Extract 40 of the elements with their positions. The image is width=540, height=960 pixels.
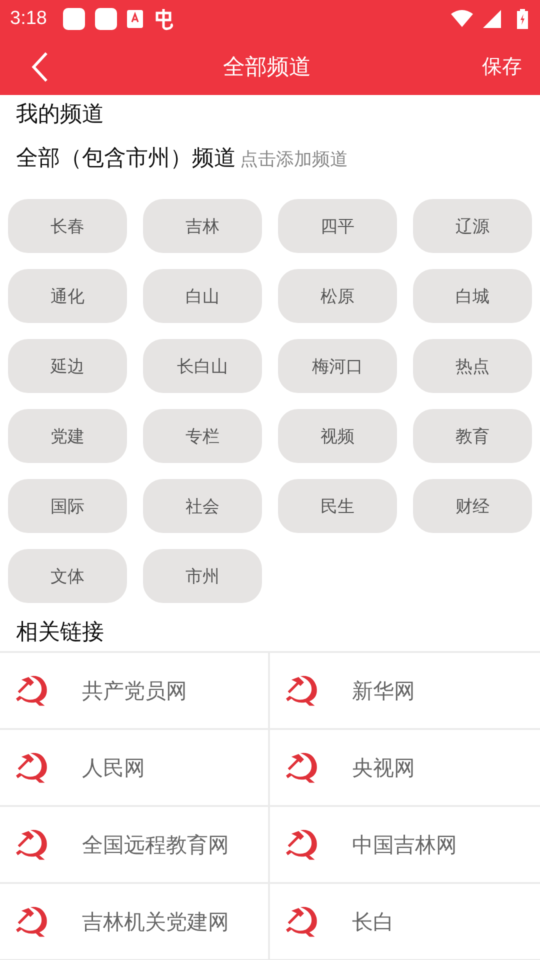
channel-chip[interactable]: 国际 bbox=[8, 479, 127, 533]
channel-chip[interactable]: 市州 bbox=[143, 549, 262, 603]
section-heading: 相关链接 bbox=[15, 619, 105, 647]
channel-chip[interactable]: 教育 bbox=[413, 409, 532, 463]
channel-chip[interactable]: 文体 bbox=[8, 549, 127, 603]
section-heading: 全部（包含市州）频道 bbox=[16, 145, 236, 173]
channel-chip[interactable]: 延边 bbox=[8, 339, 127, 393]
status-time: 3:18 bbox=[10, 8, 47, 30]
wifi-icon bbox=[451, 10, 473, 28]
link-item[interactable]: 人民网 bbox=[0, 730, 270, 807]
link-item[interactable]: 全国远程教育网 bbox=[0, 807, 270, 884]
link-item[interactable]: 共产党员网 bbox=[0, 653, 270, 730]
back-icon bbox=[30, 50, 50, 82]
channel-chip[interactable]: 热点 bbox=[413, 339, 532, 393]
channel-chip[interactable]: 党建 bbox=[8, 409, 127, 463]
notification-icon bbox=[62, 8, 85, 30]
section-heading: 我的频道 bbox=[15, 101, 105, 129]
channel-chip[interactable]: 辽源 bbox=[413, 199, 532, 253]
channel-chip[interactable]: 长春 bbox=[8, 199, 127, 253]
channel-chip[interactable]: 松原 bbox=[278, 269, 397, 323]
channel-chip[interactable]: 民生 bbox=[278, 479, 397, 533]
channel-chip[interactable]: 社会 bbox=[143, 479, 262, 533]
channel-chip[interactable]: 财经 bbox=[413, 479, 532, 533]
channel-chip[interactable]: 四平 bbox=[278, 199, 397, 253]
channel-chip[interactable]: 梅河口 bbox=[278, 339, 397, 393]
channel-chip[interactable]: 白城 bbox=[413, 269, 532, 323]
save-button[interactable]: 保存 bbox=[482, 53, 522, 80]
channel-chip[interactable]: 视频 bbox=[278, 409, 397, 463]
channel-chip[interactable]: 长白山 bbox=[143, 339, 262, 393]
notification-icon bbox=[126, 10, 143, 28]
signal-icon bbox=[483, 10, 501, 28]
link-item[interactable]: 吉林机关党建网 bbox=[0, 884, 270, 960]
hint-text: 点击添加频道 bbox=[240, 148, 348, 171]
notification-icon bbox=[94, 8, 117, 30]
channel-chip[interactable]: 专栏 bbox=[143, 409, 262, 463]
channel-chip[interactable]: 吉林 bbox=[143, 199, 262, 253]
page-title: 全部频道 bbox=[222, 54, 312, 82]
channel-chip[interactable]: 通化 bbox=[8, 269, 127, 323]
battery-icon bbox=[517, 9, 528, 29]
channel-chip[interactable]: 白山 bbox=[143, 269, 262, 323]
